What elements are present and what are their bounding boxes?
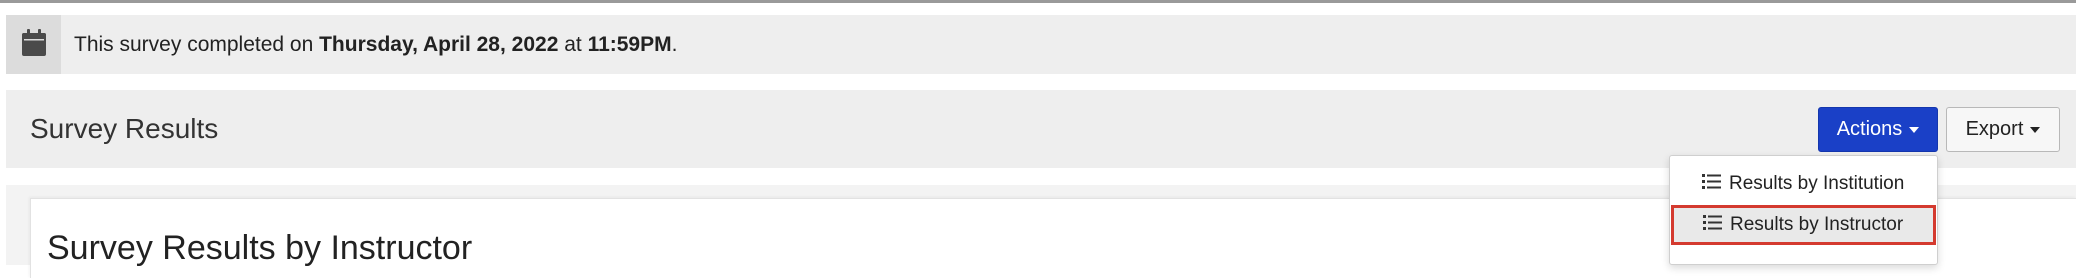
completion-time: 11:59PM (587, 32, 672, 56)
banner-icon-box (6, 15, 61, 74)
menu-item-results-by-instructor[interactable]: Results by Instructor (1671, 205, 1936, 245)
export-button[interactable]: Export (1946, 107, 2060, 152)
top-rule (0, 0, 2076, 3)
banner-prefix: This survey completed on (74, 32, 320, 56)
completion-banner: This survey completed on Thursday, April… (6, 15, 2076, 74)
export-button-label: Export (1965, 118, 2024, 140)
chevron-down-icon (1909, 126, 1920, 133)
banner-suffix: . (671, 32, 678, 56)
list-icon (1703, 214, 1722, 236)
calendar-icon (21, 28, 46, 61)
actions-dropdown-menu: Results by Institution Results by Instru… (1669, 155, 1938, 265)
banner-middle: at (558, 32, 588, 56)
page-title: Survey Results (30, 113, 219, 144)
menu-item-label: Results by Instructor (1730, 214, 1904, 235)
completion-date: Thursday, April 28, 2022 (319, 32, 559, 56)
banner-message: This survey completed on Thursday, April… (74, 15, 677, 74)
card-title: Survey Results by Instructor (47, 229, 473, 267)
actions-button[interactable]: Actions (1818, 107, 1938, 152)
menu-item-label: Results by Institution (1729, 173, 1905, 194)
list-icon (1702, 173, 1721, 195)
actions-button-label: Actions (1836, 118, 1903, 140)
menu-item-results-by-institution[interactable]: Results by Institution (1670, 164, 1937, 204)
chevron-down-icon (2030, 126, 2041, 133)
